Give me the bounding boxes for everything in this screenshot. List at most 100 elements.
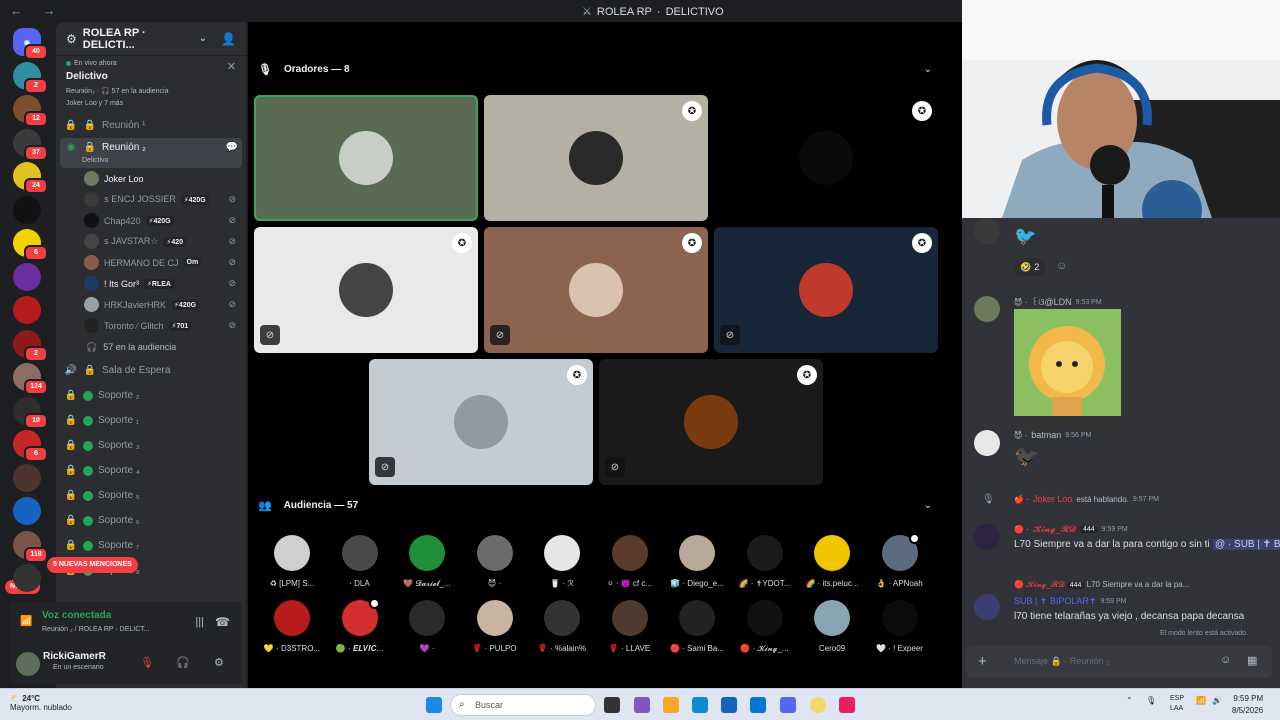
reaction-pill[interactable]: 🤣 2 — [1014, 258, 1046, 276]
message-composer[interactable]: + Mensaje 🔒 · Reunión ₂ ☺ ▦ — [966, 646, 1272, 678]
mic-tray-icon[interactable]: 🎙 — [1146, 696, 1156, 705]
server-icon[interactable]: 2 — [13, 329, 48, 362]
chevron-down-icon[interactable]: ⌄ — [924, 500, 932, 511]
voice-location[interactable]: Reunión ₂ / ROLEA RP · DELICT... — [42, 626, 150, 633]
invite-icon[interactable]: 👤 — [221, 32, 236, 46]
server-icon[interactable]: ◉ 40 — [13, 28, 48, 60]
task-view-icon[interactable] — [604, 697, 620, 713]
new-mentions-pill[interactable]: 5 NUEVAS MENCIONES — [47, 557, 138, 573]
server-header[interactable]: ⚙ ROLEA RP · DELICTI... ⌄ 👤 — [56, 22, 246, 56]
server-icon[interactable]: 24 — [13, 162, 48, 194]
audience-count[interactable]: 🎧 57 en la audiencia — [56, 336, 246, 358]
message-author[interactable]: ꒰ଓ@LDN — [1031, 296, 1071, 308]
channel-support[interactable]: 🔒 Soporte ₇ — [56, 533, 246, 558]
message-author[interactable]: SUB | ✝ BIPOLAR✝ — [1014, 596, 1096, 607]
audience-member[interactable]: 🌹 · %alain% — [532, 600, 592, 660]
wifi-icon[interactable]: 📶 — [1196, 696, 1206, 705]
server-icon[interactable] — [13, 564, 41, 592]
message-author[interactable]: batman — [1031, 430, 1061, 440]
server-icon[interactable]: 10 — [13, 396, 48, 429]
volume-icon[interactable]: 🔊 — [1212, 696, 1222, 705]
audience-member[interactable]: 🔴 · Sami Ba... — [667, 600, 727, 660]
stage-member[interactable]: Chap420 ⚡420G ⊘ — [56, 210, 246, 231]
audience-member[interactable]: 💜 · — [397, 600, 457, 660]
chrome-icon[interactable] — [810, 697, 826, 713]
plus-icon[interactable]: + — [978, 653, 987, 670]
speaker-tile[interactable]: ✪ — [714, 95, 938, 221]
mention[interactable]: @ · SUB | ✝ BIPOLAR✝ — [1213, 539, 1280, 550]
avatar[interactable] — [974, 524, 1000, 550]
channel-support[interactable]: 🔒 Soporte ₁ — [56, 408, 246, 433]
audience-member[interactable]: 🟢 · 𝑬𝑳𝑽𝑰𝑪... — [330, 598, 390, 660]
outlook-icon[interactable] — [750, 697, 766, 713]
speaker-tile[interactable]: ✪ — [484, 95, 708, 221]
server-icon[interactable]: 37 — [13, 128, 48, 161]
headphones-icon[interactable]: 🎧 — [176, 656, 190, 669]
audience-member[interactable]: 💛 · D3STRO... — [262, 600, 322, 660]
audience-member[interactable]: 🌹 · PULPO — [465, 600, 525, 660]
noise-suppression-icon[interactable]: ||| — [195, 616, 204, 628]
disconnect-icon[interactable]: ☎ — [215, 615, 230, 629]
audience-member[interactable]: 🌹 · LLAVE — [600, 600, 660, 660]
avatar[interactable] — [974, 594, 1000, 620]
audience-member[interactable]: 🌈 · its.peluc... — [802, 535, 862, 595]
speaker-tile[interactable]: ✪ ⊘ — [254, 227, 478, 353]
clock[interactable]: 9:59 PM 8/5/2026 — [1232, 693, 1263, 717]
channel-waiting-room[interactable]: 🔊 🔒 Sala de Espera — [56, 358, 246, 383]
stage-member[interactable]: HRKJavierHRK ⚡420G ⊘ — [56, 294, 246, 315]
server-icon[interactable] — [13, 195, 41, 224]
stage-member[interactable]: Toronto ⁄ Glitch ⚡701 ⊘ — [56, 315, 246, 336]
avatar[interactable] — [974, 218, 1000, 244]
avatar[interactable] — [974, 296, 1000, 322]
channel-support[interactable]: 🔒 Soporte ₂ — [56, 383, 246, 408]
audience-member[interactable]: · DLA — [330, 535, 390, 595]
edge-icon[interactable] — [692, 697, 708, 713]
stage-member[interactable]: ! Its Gor³ ⚡RLEA ⊘ — [56, 273, 246, 294]
message-author[interactable]: 𝓚𝓲𝓷𝓰_𝓡𝓓 — [1033, 524, 1076, 535]
apps-icon[interactable]: ▦ — [1247, 654, 1257, 667]
stage-member[interactable]: ꜱ ENCJ JOSSIER ⚡420G ⊘ — [56, 189, 246, 210]
weather-widget[interactable]: ⛅ 24°C Mayorm. nublado — [10, 694, 72, 712]
server-icon[interactable]: 118 — [13, 530, 48, 563]
stage-member[interactable]: HERMANO DE CJ Om ⊘ — [56, 252, 246, 273]
audience-member[interactable]: 🧊 · Diego_e... — [667, 535, 727, 595]
taskbar-search[interactable]: ⌕ Buscar — [450, 694, 596, 716]
tiktok-icon[interactable] — [839, 697, 855, 713]
audience-member[interactable]: 👌 · APNoah — [870, 533, 930, 595]
speaker-tile[interactable]: ✪ ⊘ — [714, 227, 938, 353]
store-icon[interactable] — [721, 697, 737, 713]
channel-support[interactable]: 🔒 Soporte ₃ — [56, 433, 246, 458]
chat-bubble-icon[interactable]: 💬 — [226, 142, 238, 153]
channel-reunion-2[interactable]: ◉ 🔒 Reunión ₂ 💬 Delictivo — [60, 138, 242, 168]
gear-icon[interactable]: ⚙ — [214, 656, 224, 669]
server-icon[interactable]: 124 — [13, 363, 48, 395]
audience-member[interactable]: 🔴 · 𝓚𝓲𝓷𝓰_... — [735, 600, 795, 660]
speaker-tile[interactable]: ✪ ⊘ — [484, 227, 708, 353]
language-indicator[interactable]: ESP LAA — [1170, 694, 1184, 714]
server-icon[interactable] — [13, 296, 41, 324]
mic-muted-icon[interactable]: 🎙 — [140, 656, 154, 669]
add-reaction-icon[interactable]: ☺ — [1056, 260, 1067, 272]
stage-member[interactable]: ꜱ JAVSTAR☆ ⚡420 ⊘ — [56, 231, 246, 252]
chevron-down-icon[interactable]: ⌄ — [924, 64, 932, 75]
channel-support[interactable]: 🔒 Soporte ₅ — [56, 483, 246, 508]
stage-member[interactable]: Joker Loo — [56, 168, 246, 189]
server-icon[interactable]: 6 — [13, 430, 48, 462]
username[interactable]: RickiGamerR — [43, 651, 106, 662]
nav-arrows[interactable]: ← → — [10, 3, 64, 18]
audience-member[interactable]: 🤎 𝓓𝓪𝓻𝓲𝓮𝓵_... — [397, 535, 457, 595]
audience-member[interactable]: ⚪ · 👿 cf c... — [600, 535, 660, 595]
server-icon[interactable] — [13, 463, 41, 492]
file-explorer-icon[interactable] — [663, 697, 679, 713]
discord-icon[interactable] — [780, 697, 796, 713]
windows-start-icon[interactable] — [426, 697, 442, 713]
message-author[interactable]: Joker Loo — [1033, 494, 1073, 504]
reply-preview[interactable]: 🔴 𝓚𝓲𝓷𝓰_𝓡𝓓 444 L70 Siempre va a dar la pa… — [1014, 580, 1189, 590]
audience-member[interactable]: Cero09 — [802, 600, 862, 660]
avatar[interactable] — [16, 652, 40, 676]
audience-member[interactable]: 🌈 · ✝YDOT... — [735, 535, 795, 595]
message-placeholder[interactable]: Mensaje 🔒 · Reunión ₂ — [1014, 656, 1109, 667]
tray-chevron-icon[interactable]: ⌃ — [1126, 696, 1133, 705]
voice-status[interactable]: Voz conectada — [42, 610, 111, 621]
copilot-icon[interactable] — [634, 697, 650, 713]
